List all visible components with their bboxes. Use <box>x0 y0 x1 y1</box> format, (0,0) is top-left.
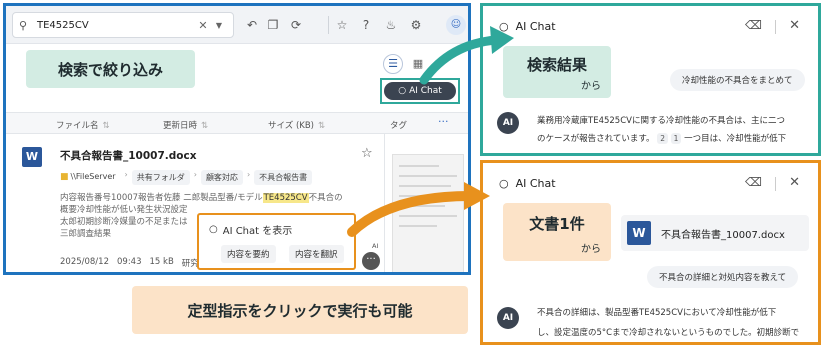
arrow-to-single-doc <box>347 191 475 237</box>
arrow-head-single-doc <box>464 182 490 210</box>
arrow-to-search-results <box>419 35 501 85</box>
callout-arrows <box>347 26 514 237</box>
arrow-head-search-results <box>490 26 514 54</box>
